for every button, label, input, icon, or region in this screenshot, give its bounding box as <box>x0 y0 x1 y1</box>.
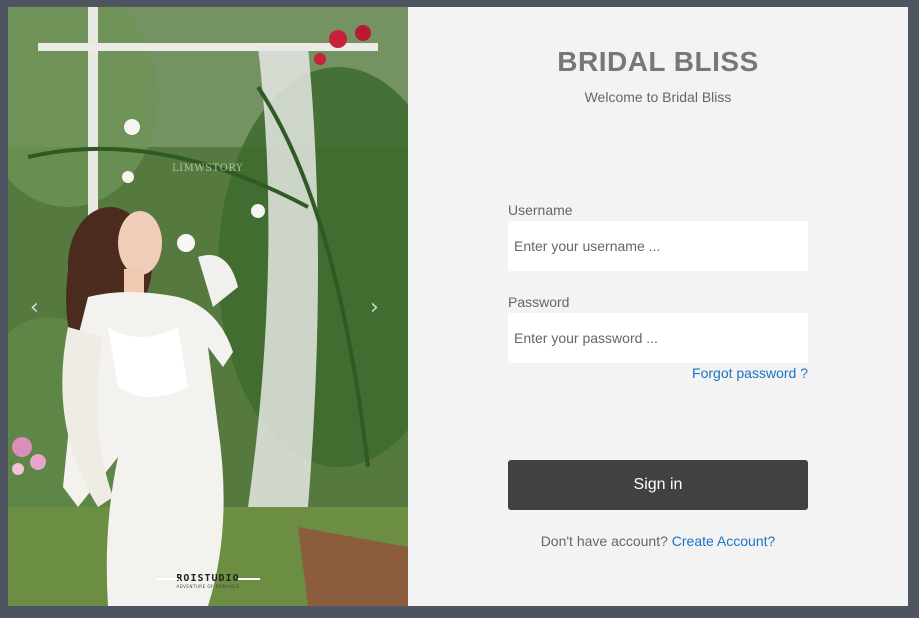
brand-title: BRIDAL BLISS <box>557 46 759 77</box>
bride-photo <box>8 7 408 606</box>
signup-row: Don't have account? Create Account? <box>408 533 908 549</box>
username-input[interactable] <box>508 221 808 271</box>
login-panel: BRIDAL BLISS Welcome to Bridal Bliss Use… <box>408 7 908 606</box>
logo-bar-right <box>238 578 260 580</box>
password-input[interactable] <box>508 313 808 363</box>
create-account-link[interactable]: Create Account? <box>672 533 776 549</box>
login-card: LIMWSTORY ‹ › ROISTUDIO ADVENTURE OF ROM… <box>8 7 908 606</box>
logo-bar-left <box>156 578 178 580</box>
studio-tagline: ADVENTURE OF ROMANCE <box>176 584 240 589</box>
chevron-right-icon[interactable]: › <box>370 295 379 320</box>
forgot-password-link[interactable]: Forgot password ? <box>692 365 808 381</box>
brand-subtitle: Welcome to Bridal Bliss <box>584 89 732 105</box>
username-label: Username <box>508 202 573 218</box>
sign-in-button[interactable]: Sign in <box>508 460 808 510</box>
no-account-text: Don't have account? <box>540 533 672 549</box>
chevron-left-icon[interactable]: ‹ <box>30 295 39 320</box>
studio-logo: ROISTUDIO ADVENTURE OF ROMANCE <box>156 573 260 589</box>
photo-watermark: LIMWSTORY <box>172 163 244 174</box>
hero-carousel: LIMWSTORY ‹ › ROISTUDIO ADVENTURE OF ROM… <box>8 7 408 606</box>
password-label: Password <box>508 294 570 310</box>
